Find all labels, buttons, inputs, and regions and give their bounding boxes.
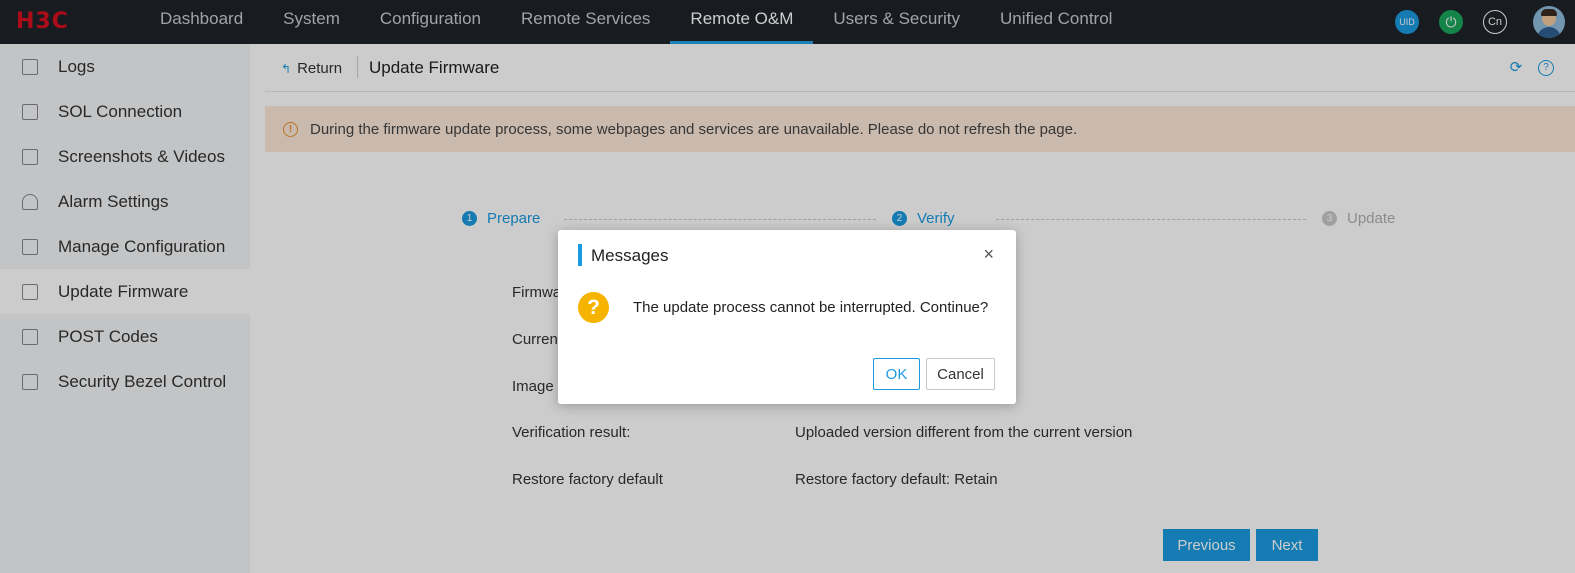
ok-button[interactable]: OK — [873, 358, 920, 390]
cancel-button[interactable]: Cancel — [926, 358, 995, 390]
dialog-message: The update process cannot be interrupted… — [633, 299, 989, 316]
dialog-title: Messages — [591, 246, 669, 265]
messages-dialog: Messages × ? The update process cannot b… — [558, 230, 1016, 404]
question-icon: ? — [578, 292, 609, 323]
close-icon[interactable]: × — [983, 244, 994, 265]
dialog-accent-bar — [578, 244, 582, 266]
